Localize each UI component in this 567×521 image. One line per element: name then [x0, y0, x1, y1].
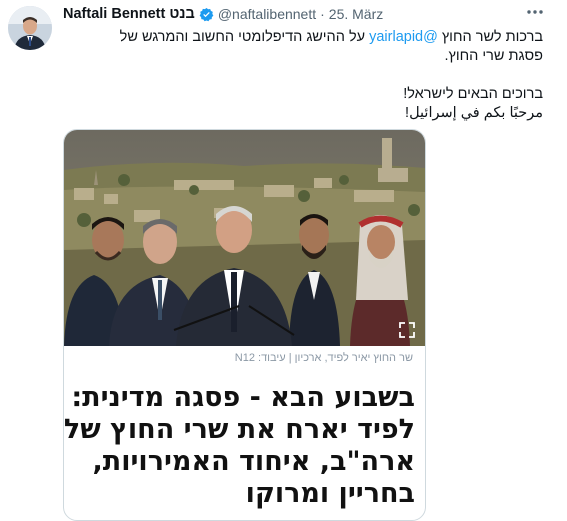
- tweet-line-4: مرحبًا بكم في إسرائيل!: [405, 105, 543, 121]
- tweet-line-1-suffix: על ההישג הדיפלומטי החשוב והמרגש של: [119, 29, 370, 45]
- headline-line: בחריין ומרוקו: [245, 478, 415, 509]
- mention-link[interactable]: @yairlapid: [369, 29, 438, 45]
- more-options-icon[interactable]: [525, 2, 545, 27]
- tweet-text: ברכות לשר החוץ @yairlapid על ההישג הדיפל…: [63, 28, 543, 123]
- tweet-line-1-prefix: ברכות לשר החוץ: [437, 29, 543, 45]
- tweet-date[interactable]: 25. März: [329, 6, 383, 22]
- tweet-line-1: ברכות לשר החוץ @yairlapid על ההישג הדיפל…: [63, 28, 543, 47]
- author-name[interactable]: Naftali Bennett: [63, 6, 165, 22]
- separator-dot: ·: [320, 6, 325, 22]
- tweet-line-2: פסגת שרי החוץ.: [444, 48, 544, 64]
- expand-icon[interactable]: [397, 320, 417, 340]
- photo-credit: שר החוץ יאיר לפיד, ארכיון | עיבוד: N12: [234, 352, 413, 364]
- author-handle[interactable]: @naftalibennett: [218, 6, 316, 22]
- media-card[interactable]: שר החוץ יאיר לפיד, ארכיון | עיבוד: N12 ב…: [63, 129, 426, 521]
- headline-line: לפיד יארח את שרי החוץ של: [63, 414, 415, 445]
- card-headline[interactable]: בשבוע הבא - פסגה מדינית: לפיד יארח את שר…: [64, 382, 415, 510]
- tweet-line-3: ברוכים הבאים לישראל!: [403, 86, 543, 102]
- avatar[interactable]: [8, 6, 52, 50]
- author-name-hebrew[interactable]: בנט: [169, 6, 195, 22]
- verified-badge-icon: [199, 7, 214, 21]
- headline-line: ארה"ב, איחוד האמירויות,: [92, 446, 415, 477]
- card-photo[interactable]: [64, 130, 425, 346]
- tweet-header: Naftali Bennett בנט @naftalibennett · 25…: [63, 6, 383, 22]
- headline-line: בשבוע הבא - פסגה מדינית:: [71, 382, 415, 413]
